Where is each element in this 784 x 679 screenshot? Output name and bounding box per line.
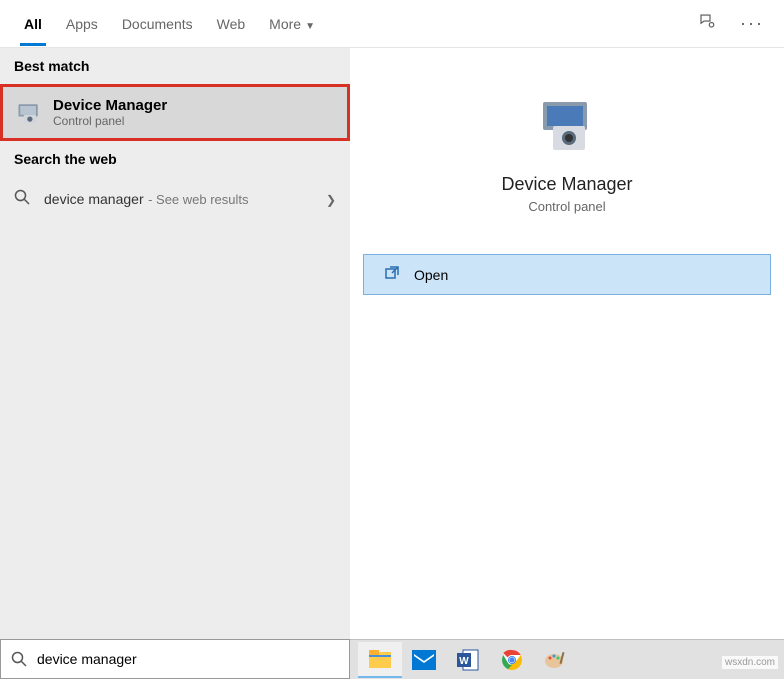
search-input[interactable] (37, 651, 339, 667)
result-subtitle: Control panel (53, 114, 335, 128)
web-search-result[interactable]: device manager - See web results ❯ (0, 177, 350, 222)
device-manager-icon (15, 99, 43, 127)
preview-subtitle: Control panel (362, 199, 772, 214)
chevron-right-icon: ❯ (326, 193, 336, 207)
svg-text:W: W (459, 656, 469, 667)
taskbar-mail-icon[interactable] (402, 642, 446, 678)
taskbar: W (350, 639, 784, 679)
open-button[interactable]: Open (363, 254, 771, 295)
tab-more-label: More (269, 16, 301, 32)
tab-all[interactable]: All (12, 2, 54, 46)
search-bar[interactable] (0, 639, 350, 679)
preview-icon (535, 98, 599, 154)
taskbar-explorer-icon[interactable] (358, 642, 402, 678)
search-icon (11, 651, 27, 667)
web-suffix: - See web results (148, 192, 248, 207)
taskbar-word-icon[interactable]: W (446, 642, 490, 678)
search-web-header: Search the web (0, 141, 350, 177)
tab-apps[interactable]: Apps (54, 2, 110, 46)
taskbar-paint-icon[interactable] (534, 642, 578, 678)
open-label: Open (414, 267, 448, 283)
tab-web[interactable]: Web (205, 2, 258, 46)
best-match-header: Best match (0, 48, 350, 84)
preview-title: Device Manager (362, 174, 772, 195)
web-query: device manager (44, 191, 144, 207)
tab-more[interactable]: More ▼ (257, 2, 327, 46)
search-icon (14, 189, 34, 210)
filter-tabs: All Apps Documents Web More ▼ ··· (0, 0, 784, 48)
caret-down-icon: ▼ (305, 21, 315, 32)
taskbar-chrome-icon[interactable] (490, 642, 534, 678)
more-options-icon[interactable]: ··· (732, 5, 772, 42)
result-title: Device Manager (53, 97, 335, 114)
result-device-manager[interactable]: Device Manager Control panel (0, 84, 350, 141)
preview-panel: Device Manager Control panel Open (350, 48, 784, 640)
open-icon (384, 265, 400, 284)
tab-documents[interactable]: Documents (110, 2, 205, 46)
results-panel: Best match Device Manager Control panel … (0, 48, 350, 640)
feedback-icon[interactable] (690, 4, 724, 43)
watermark: wsxdn.com (722, 656, 778, 669)
